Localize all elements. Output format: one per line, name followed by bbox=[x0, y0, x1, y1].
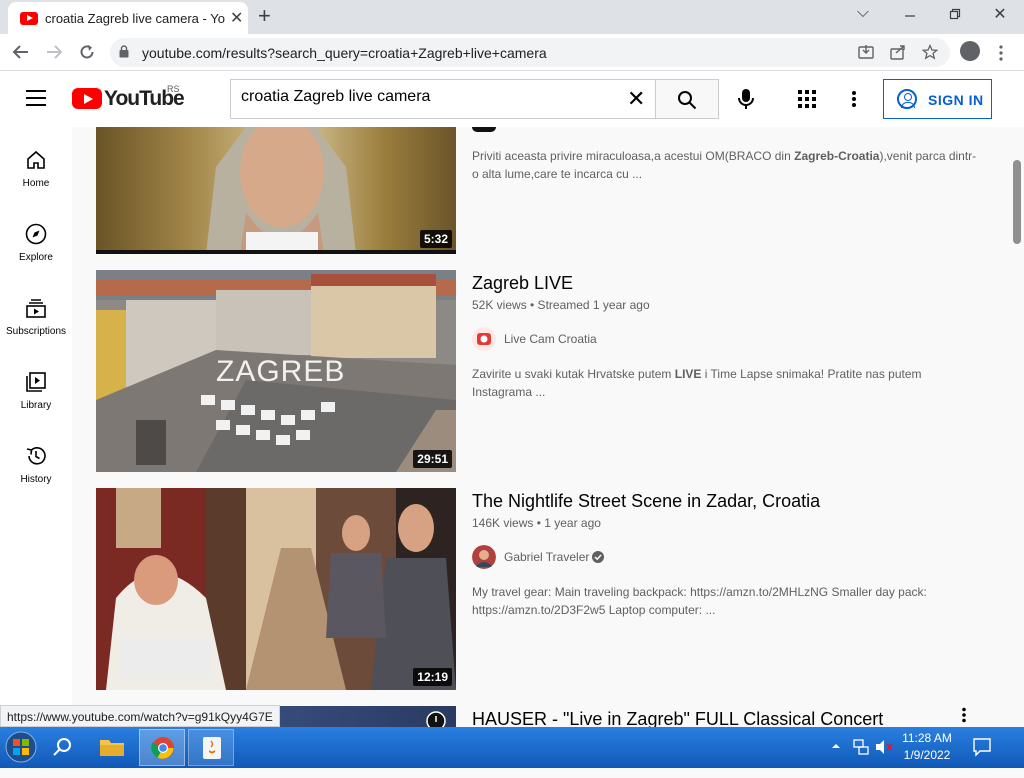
channel-avatar[interactable] bbox=[472, 327, 496, 351]
channel-name[interactable]: Live Cam Croatia bbox=[504, 332, 597, 346]
browser-menu-icon[interactable] bbox=[998, 44, 1004, 62]
start-button-icon[interactable] bbox=[4, 730, 38, 767]
video-thumbnail[interactable]: 12:19 bbox=[96, 488, 456, 690]
subscriptions-icon bbox=[26, 299, 46, 318]
window-close-icon[interactable]: ✕ bbox=[985, 4, 1015, 24]
channel-avatar[interactable] bbox=[472, 127, 496, 132]
account-icon bbox=[897, 89, 917, 109]
search-icon[interactable] bbox=[52, 737, 72, 774]
tab-close-icon[interactable]: ✕ bbox=[230, 8, 243, 28]
network-icon[interactable] bbox=[852, 738, 870, 775]
library-icon bbox=[26, 372, 46, 392]
search-input[interactable] bbox=[241, 88, 621, 106]
history-icon bbox=[26, 447, 46, 465]
minimize-icon[interactable] bbox=[904, 10, 916, 22]
share-icon[interactable] bbox=[890, 44, 906, 60]
reload-icon[interactable] bbox=[78, 43, 96, 61]
restore-icon[interactable] bbox=[949, 8, 961, 20]
sidebar-item-home[interactable]: Home bbox=[0, 141, 72, 211]
page-scrollbar[interactable] bbox=[1013, 160, 1021, 244]
youtube-favicon-icon bbox=[20, 12, 38, 25]
video-meta: 146K views • 1 year ago bbox=[472, 516, 601, 530]
windows-taskbar: 11:28 AM 1/9/2022 bbox=[0, 727, 1024, 768]
search-button[interactable] bbox=[655, 79, 719, 119]
clock-date: 1/9/2022 bbox=[903, 748, 951, 762]
browser-toolbar: youtube.com/results?search_query=croatia… bbox=[0, 34, 1024, 71]
browser-tab[interactable]: croatia Zagreb live camera - YouTube ✕ bbox=[8, 2, 248, 34]
video-description: Zavirite u svaki kutak Hrvatske putem LI… bbox=[472, 367, 922, 399]
sidebar-item-library[interactable]: Library bbox=[0, 363, 72, 433]
video-duration: 29:51 bbox=[413, 450, 452, 468]
link-status-bubble: https://www.youtube.com/watch?v=g91kQyy4… bbox=[0, 705, 280, 727]
new-tab-button[interactable]: + bbox=[258, 3, 271, 29]
sidebar-item-subscriptions[interactable]: Subscriptions bbox=[0, 289, 72, 359]
channel-avatar[interactable] bbox=[472, 545, 496, 569]
url-text[interactable]: youtube.com/results?search_query=croatia… bbox=[142, 45, 547, 61]
home-icon bbox=[27, 150, 45, 169]
video-action-menu-icon[interactable] bbox=[961, 707, 967, 723]
chrome-taskbar-button[interactable] bbox=[139, 729, 185, 766]
thumbnail-overlay-text: ZAGREB bbox=[216, 355, 346, 388]
forward-icon[interactable] bbox=[45, 43, 63, 61]
volume-muted-icon[interactable] bbox=[874, 738, 894, 775]
address-bar[interactable]: youtube.com/results?search_query=croatia… bbox=[110, 38, 950, 67]
settings-more-icon[interactable] bbox=[851, 90, 857, 108]
notifications-icon[interactable] bbox=[972, 737, 992, 774]
thumbnail-image bbox=[96, 488, 456, 690]
video-thumbnail[interactable]: ZAGREB 29:51 bbox=[96, 270, 456, 472]
taskbar-clock[interactable]: 11:28 AM 1/9/2022 bbox=[896, 730, 958, 764]
verified-badge-icon bbox=[592, 551, 604, 563]
clock-time: 11:28 AM bbox=[902, 731, 952, 745]
java-icon bbox=[203, 737, 221, 759]
video-title[interactable]: The Nightlife Street Scene in Zadar, Cro… bbox=[472, 491, 820, 512]
region-code: RS bbox=[167, 84, 180, 94]
sidebar-item-label: Home bbox=[22, 178, 50, 189]
bookmark-star-icon[interactable] bbox=[922, 44, 938, 60]
java-taskbar-button[interactable] bbox=[188, 729, 234, 766]
profile-avatar-icon[interactable] bbox=[960, 41, 980, 61]
thumbnail-image bbox=[96, 127, 456, 254]
channel-name[interactable]: Gabriel Traveler bbox=[504, 550, 589, 564]
sidebar-item-label: History bbox=[20, 474, 52, 485]
video-meta: 52K views • Streamed 1 year ago bbox=[472, 298, 650, 312]
mini-guide-sidebar: Home Explore Subscriptions Library Histo… bbox=[0, 127, 72, 727]
apps-grid-icon[interactable] bbox=[798, 90, 816, 108]
chrome-icon bbox=[151, 737, 174, 759]
video-duration: 5:32 bbox=[419, 230, 452, 248]
youtube-logo-icon[interactable] bbox=[72, 88, 102, 109]
install-app-icon[interactable] bbox=[858, 44, 874, 60]
watch-later-icon[interactable] bbox=[426, 711, 446, 727]
sign-in-button[interactable]: SIGN IN bbox=[883, 79, 992, 119]
sidebar-item-label: Explore bbox=[19, 252, 53, 263]
youtube-header: YouTube RS ✕ SIGN IN bbox=[0, 71, 1024, 127]
video-duration: 12:19 bbox=[413, 668, 452, 686]
sidebar-item-explore[interactable]: Explore bbox=[0, 215, 72, 285]
menu-hamburger-icon[interactable] bbox=[26, 90, 46, 106]
tab-search-icon[interactable]: ⌵ bbox=[848, 4, 878, 22]
microphone-icon[interactable] bbox=[736, 88, 756, 110]
compass-icon bbox=[25, 223, 47, 245]
sidebar-item-label: Subscriptions bbox=[5, 326, 67, 337]
video-description: My travel gear: Main traveling backpack:… bbox=[472, 585, 927, 617]
video-title[interactable]: Zagreb LIVE bbox=[472, 273, 573, 294]
search-icon bbox=[678, 91, 697, 110]
browser-tab-strip: croatia Zagreb live camera - YouTube ✕ +… bbox=[0, 0, 1024, 34]
back-icon[interactable] bbox=[12, 43, 30, 61]
sidebar-item-history[interactable]: History bbox=[0, 437, 72, 507]
sidebar-item-label: Library bbox=[20, 400, 52, 411]
sign-in-label: SIGN IN bbox=[928, 92, 984, 108]
file-explorer-icon[interactable] bbox=[98, 736, 126, 773]
video-description: Priviti aceasta privire miraculoasa,a ac… bbox=[472, 149, 977, 181]
clear-search-icon[interactable]: ✕ bbox=[627, 86, 645, 112]
video-thumbnail[interactable]: 5:32 bbox=[96, 127, 456, 254]
lock-icon[interactable] bbox=[119, 45, 129, 58]
tab-title: croatia Zagreb live camera - YouTube bbox=[45, 11, 225, 26]
search-box[interactable]: ✕ bbox=[230, 79, 656, 119]
show-hidden-icons-icon[interactable] bbox=[831, 741, 841, 778]
